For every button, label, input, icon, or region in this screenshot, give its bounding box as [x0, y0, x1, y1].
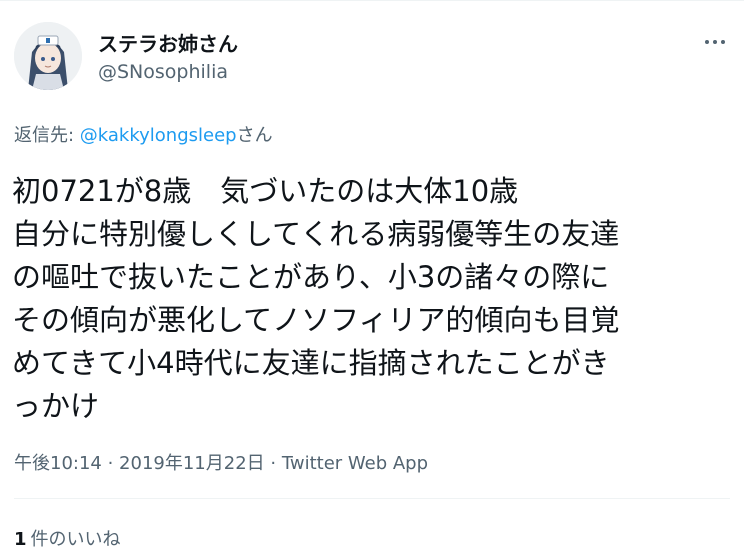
reply-mention-link[interactable]: @kakkylongsleep	[80, 125, 237, 146]
divider	[14, 498, 730, 499]
avatar[interactable]	[14, 22, 82, 90]
tweet-text-line: めてきて小4時代に友達に指摘されたことがき	[12, 346, 610, 380]
tweet-text: 初0721が8歳 気づいたのは大体10歳 自分に特別優しくしてくれる病弱優等生の…	[12, 170, 737, 428]
tweet-time-link[interactable]: 午後10:14	[14, 453, 102, 474]
meta-separator: ·	[101, 453, 120, 474]
likes-label: 件のいいね	[30, 529, 121, 550]
reply-suffix: さん	[236, 125, 273, 146]
reply-context: 返信先: @kakkylongsleepさん	[14, 121, 273, 147]
reply-prefix: 返信先:	[14, 125, 80, 146]
tweet-text-line: その傾向が悪化してノソフィリア的傾向も目覚	[12, 303, 620, 337]
tweet-detail: ステラお姉さん @SNosophilia 返信先: @kakkylongslee…	[0, 0, 744, 556]
tweet-text-line: 初0721が8歳 気づいたのは大体10歳	[12, 174, 519, 208]
tweet-text-line: の嘔吐で抜いたことがあり、小3の諸々の際に	[12, 260, 610, 294]
tweet-source-link[interactable]: Twitter Web App	[282, 453, 428, 474]
tweet-metadata: 午後10:14 · 2019年11月22日 · Twitter Web App	[14, 449, 428, 475]
top-divider	[0, 0, 744, 1]
likes-link[interactable]: 1 件のいいね	[14, 525, 121, 551]
meta-separator: ·	[264, 453, 282, 474]
more-horizontal-icon	[721, 40, 725, 44]
more-horizontal-icon	[705, 40, 709, 44]
tweet-text-line: 自分に特別優しくしてくれる病弱優等生の友達	[12, 217, 620, 251]
likes-count: 1	[14, 529, 27, 550]
avatar-illustration	[14, 22, 82, 90]
tweet-text-line: っかけ	[12, 389, 100, 423]
tweet-date-link[interactable]: 2019年11月22日	[119, 453, 265, 474]
display-name[interactable]: ステラお姉さん	[98, 28, 238, 57]
user-handle[interactable]: @SNosophilia	[98, 61, 228, 83]
more-horizontal-icon	[713, 40, 717, 44]
more-options-button[interactable]	[700, 30, 730, 54]
